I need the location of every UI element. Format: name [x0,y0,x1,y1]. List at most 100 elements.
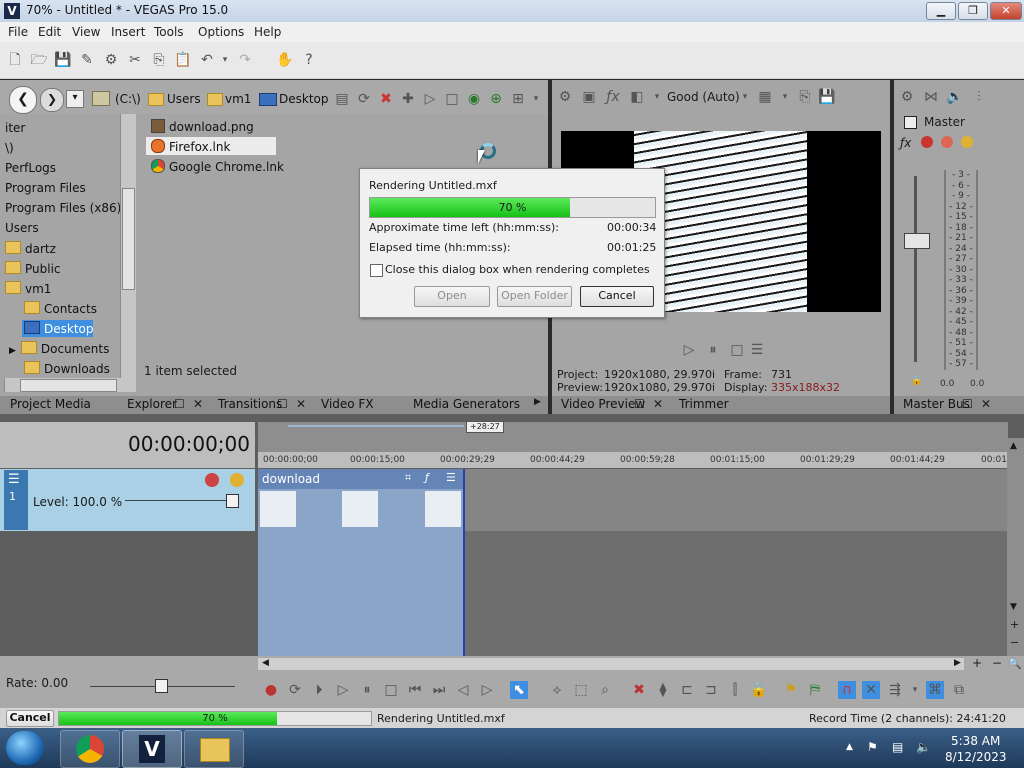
tab-explorer-close-icon[interactable]: ✕ [193,397,203,411]
view-grid-icon[interactable]: ⊞ [509,90,527,108]
file-item-chrome[interactable]: Google Chrome.lnk [151,159,284,174]
zoom-edit-tool-icon[interactable]: ⌕ [596,681,614,699]
volume-fader[interactable] [904,233,930,249]
tab-transitions-close-icon[interactable]: ✕ [296,397,306,411]
scroll-left-icon[interactable]: ◀ [262,658,269,668]
speaker-icon[interactable]: 🔈 [946,88,964,106]
tree-hscroll-thumb[interactable] [20,379,117,392]
tab-preview-undock-icon[interactable]: ☐ [634,397,645,411]
menu-help[interactable]: Help [254,25,281,39]
tab-explorer[interactable]: Explorer [127,397,177,411]
snapping-icon[interactable]: ∩ [838,681,856,699]
tree-item-dartz[interactable]: dartz [5,241,56,256]
overlays-icon[interactable]: ▦ [756,88,774,106]
open-folder-button[interactable]: Open Folder [497,286,572,307]
tab-master-close-icon[interactable]: ✕ [981,397,991,411]
prev-frame-icon[interactable]: ◁ [454,681,472,699]
copy-snapshot-icon[interactable]: ⎘ [796,88,814,106]
trim-start-icon[interactable]: ⊏ [678,681,696,699]
track-solo-icon[interactable] [230,473,244,487]
selection-tool-icon[interactable]: ⬚ [572,681,590,699]
refresh-icon[interactable]: ⟳ [355,90,373,108]
tree-item-users[interactable]: Users [5,221,39,235]
tree-item-documents[interactable]: ▶ Documents [9,341,109,356]
stop-icon[interactable]: □ [728,341,746,359]
mixer-icon[interactable]: ⫶ [970,88,988,106]
tab-master-undock-icon[interactable]: ☐ [962,397,973,411]
next-frame-icon[interactable]: ▷ [478,681,496,699]
zoom-tool-icon[interactable]: 🔍 [1008,657,1022,670]
scroll-down-icon[interactable]: ▼ [1010,602,1017,612]
open-button[interactable]: Open [414,286,490,307]
downmix-icon[interactable]: ⋈ [922,88,940,106]
tree-item-public[interactable]: Public [5,261,61,276]
split-dropdown-icon[interactable]: ▾ [648,88,666,106]
maximize-button[interactable]: ❐ [958,2,988,20]
tray-flag-icon[interactable]: ⚑ [867,740,878,754]
tray-time[interactable]: 5:38 AM [951,734,1000,748]
crumb-vm1[interactable]: vm1 [225,92,251,106]
save-as-icon[interactable]: ✎ [78,51,96,69]
transport-stop-icon[interactable]: □ [382,681,400,699]
level-slider-thumb[interactable] [226,494,239,508]
lock-envelopes-icon[interactable]: ⌘ [926,681,944,699]
status-cancel-button[interactable]: Cancel [6,710,54,727]
hand-icon[interactable]: ✋ [276,51,294,69]
delete-icon[interactable]: ✖ [377,90,395,108]
ignore-grouping-icon[interactable]: ⧉ [950,681,968,699]
menu-edit[interactable]: Edit [38,25,61,39]
tray-date[interactable]: 8/12/2023 [945,750,1007,764]
tab-explorer-undock-icon[interactable]: ☐ [174,397,185,411]
tabs-more-icon[interactable]: ▶ [534,397,541,407]
track-menu-icon[interactable]: ☰ [8,472,20,487]
automation-icon[interactable] [921,136,933,148]
lock-icon[interactable]: 🔒 [911,376,922,386]
new-icon[interactable]: 🗋 [6,51,24,69]
cut-icon[interactable]: ✂ [126,51,144,69]
play-icon[interactable]: ▷ [680,341,698,359]
tab-trimmer[interactable]: Trimmer [679,397,729,411]
preview-device-icon[interactable]: ▣ [580,88,598,106]
trim-end-icon[interactable]: ⊐ [702,681,720,699]
quality-dropdown-icon[interactable]: ▾ [736,88,754,106]
tab-media-generators[interactable]: Media Generators [413,397,520,411]
preview-menu-icon[interactable]: ☰ [748,341,766,359]
tray-volume-icon[interactable]: 🔈 [916,740,931,754]
stop-preview-icon[interactable]: □ [443,90,461,108]
transport-pause-icon[interactable]: ⏸ [358,681,376,699]
tab-transitions-undock-icon[interactable]: ☐ [277,397,288,411]
scroll-up-icon[interactable]: ▲ [1010,441,1017,451]
views-icon[interactable]: ▤ [333,90,351,108]
crumb-drive[interactable]: (C:\) [115,92,141,106]
play-from-start-icon[interactable]: ⏵ [310,681,328,699]
tab-video-fx[interactable]: Video FX [321,397,374,411]
tree-scroll-thumb[interactable] [122,188,135,290]
envelope-tool-icon[interactable]: ⟡ [548,681,566,699]
solo-icon[interactable] [961,136,973,148]
master-checkbox[interactable] [904,116,917,129]
undo-icon[interactable]: ↶ [198,51,216,69]
open-icon[interactable]: 🗁 [30,51,48,69]
tree-item-vm1[interactable]: vm1 [5,281,51,296]
zoom-in-h-icon[interactable]: + [972,656,982,670]
menu-options[interactable]: Options [198,25,244,39]
tab-transitions[interactable]: Transitions [218,397,282,411]
overlays-dropdown-icon[interactable]: ▾ [776,88,794,106]
menu-tools[interactable]: Tools [154,25,184,39]
add-to-project-icon[interactable]: ✚ [399,90,417,108]
normal-edit-tool-icon[interactable]: ⬉ [510,681,528,699]
lock-event-icon[interactable]: 🔒 [750,681,768,699]
master-properties-icon[interactable]: ⚙ [898,88,916,106]
marker-icon[interactable]: ⚑ [782,681,800,699]
pause-icon[interactable]: ⏸ [704,341,722,359]
zoom-out-h-icon[interactable]: − [992,656,1002,670]
auto-ripple-icon[interactable]: ⇶ [886,681,904,699]
loop-icon[interactable]: ⟳ [286,681,304,699]
crop-icon[interactable]: ⌗ [405,471,411,485]
taskbar-vegas[interactable]: V [122,730,182,768]
tree-item-contacts[interactable]: Contacts [24,301,97,316]
clip-fx-icon[interactable]: ƒ [425,471,429,484]
auto-preview-icon[interactable]: ◉ [465,90,483,108]
tab-preview-close-icon[interactable]: ✕ [653,397,663,411]
view-dropdown-icon[interactable]: ▾ [527,90,545,108]
